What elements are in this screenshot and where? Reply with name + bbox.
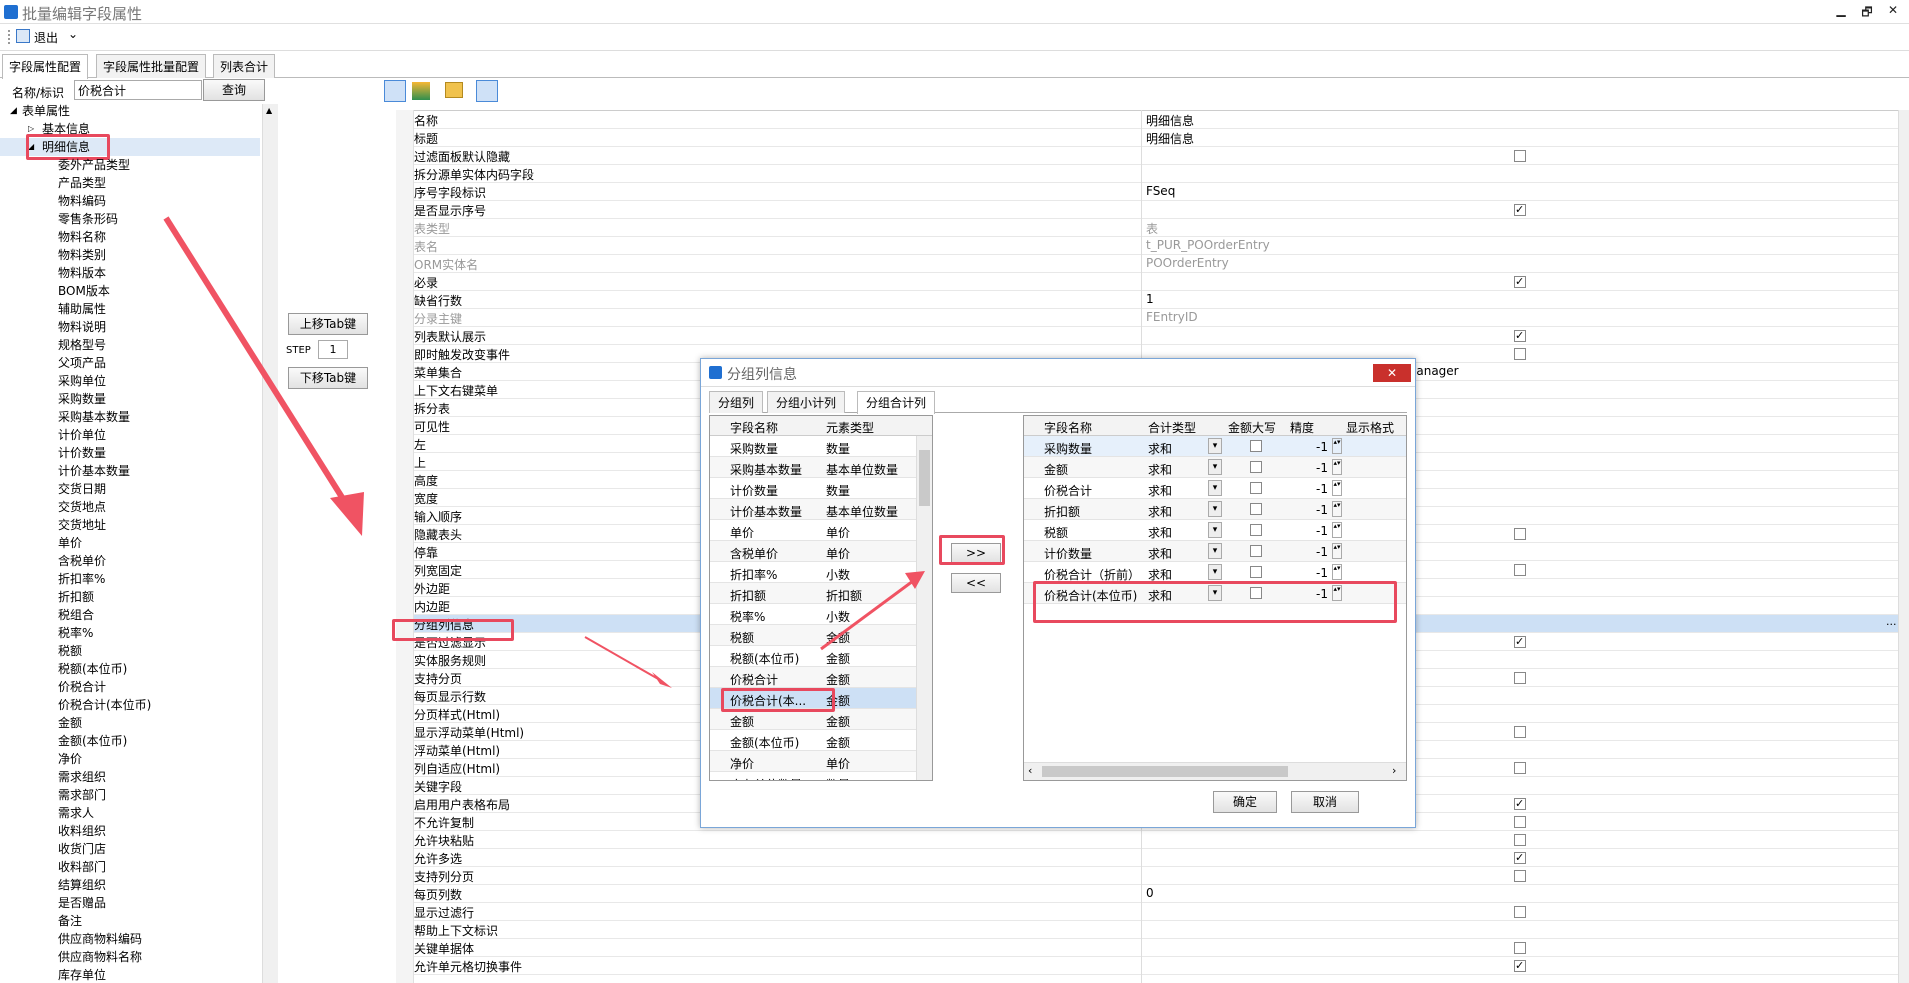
group-column-dialog: 分组列信息 ✕ 分组列 分组小计列 分组合计列 字段名称 元素类型 采购数量 数量… [700,358,1416,828]
arrow-line-2 [584,636,661,681]
arrow-line-1 [163,216,353,512]
arrow-head-2 [652,672,672,688]
dialog-arrow-line [820,579,914,651]
cancel-button[interactable]: 取消 [1291,791,1359,813]
ok-button[interactable]: 确定 [1213,791,1277,813]
dialog-arrow [820,571,925,651]
arrow-head-1 [330,492,364,536]
